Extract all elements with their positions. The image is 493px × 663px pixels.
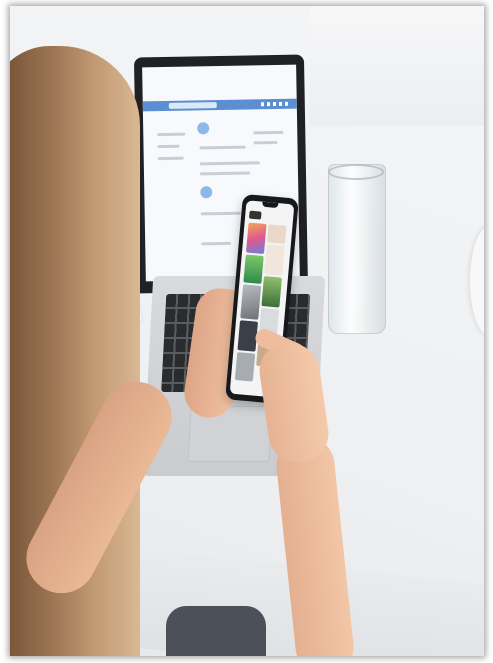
screen-text-line	[201, 241, 232, 246]
phone-image-tile	[234, 352, 256, 382]
background-wall	[310, 6, 484, 126]
screen-header-icons	[260, 101, 291, 107]
phone-notch	[262, 201, 279, 209]
phone-image-tile	[240, 284, 262, 320]
phone-image-tile	[245, 222, 267, 254]
drinking-glass	[328, 164, 386, 334]
screen-text-line	[200, 211, 241, 216]
screen-telegram-icon	[200, 186, 213, 199]
screen-telegram-icon	[197, 122, 210, 135]
screen-text-line	[253, 141, 278, 145]
screen-text-line	[253, 130, 284, 135]
screen-search-box	[168, 102, 217, 109]
person-sleeve	[166, 606, 266, 656]
screen-text-line	[157, 144, 180, 149]
phone-app-logo	[248, 210, 262, 220]
phone-image-tile	[266, 224, 287, 244]
screen-text-line	[199, 171, 251, 176]
phone-image-tile	[261, 276, 282, 308]
screen-text-line	[199, 161, 260, 166]
glass-rim	[328, 164, 384, 180]
screen-text-line	[157, 156, 184, 161]
screen-text-line	[199, 145, 246, 150]
phone-image-tile	[264, 244, 285, 276]
screen-text-line	[157, 132, 186, 137]
phone-image-tile	[243, 254, 264, 284]
photo-frame	[10, 6, 484, 656]
